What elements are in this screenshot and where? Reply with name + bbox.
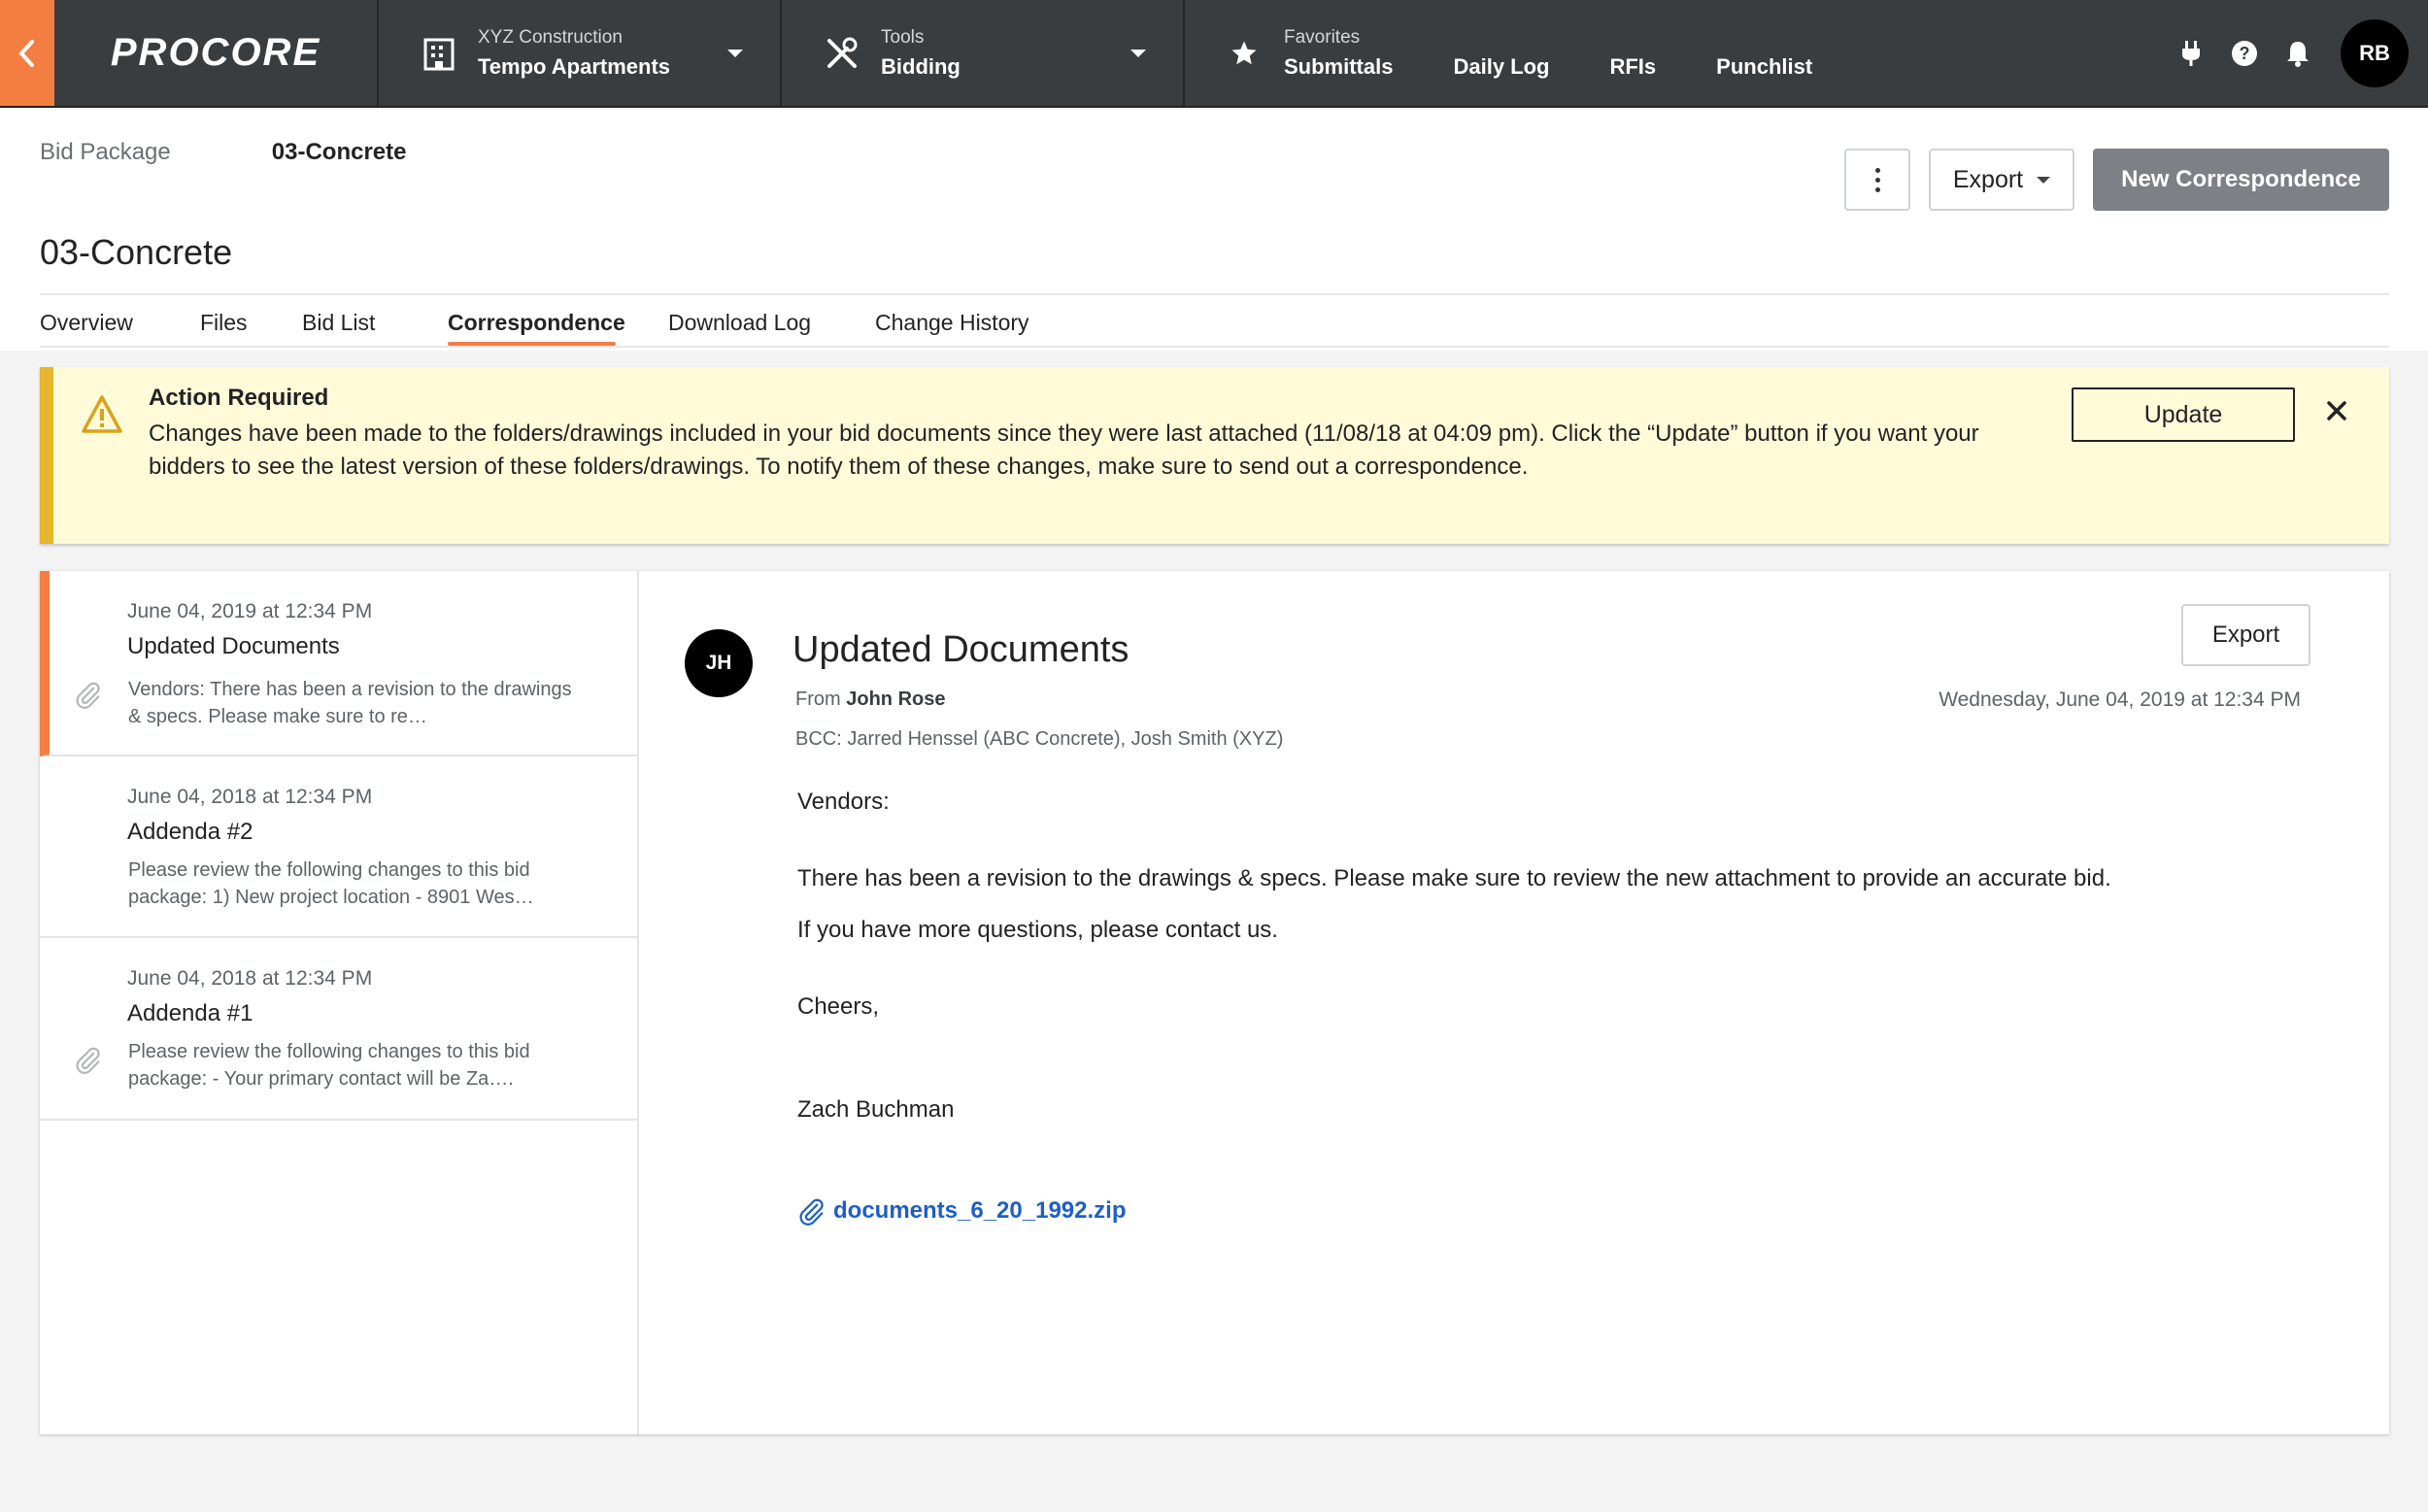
item-title: Addenda #1 [127, 1000, 253, 1026]
favorite-link-submittals[interactable]: Submittals [1284, 54, 1393, 80]
logo-text: PROCORE [110, 31, 321, 74]
item-snippet: Please review the following changes to t… [128, 1041, 530, 1090]
current-tool: Bidding [881, 53, 961, 79]
star-icon [1231, 41, 1257, 64]
bell-icon[interactable] [2280, 36, 2315, 71]
message-subject: Updated Documents [792, 629, 1130, 670]
tabs-divider [40, 346, 2389, 348]
correspondence-item[interactable]: June 04, 2018 at 12:34 PM Addenda #2 Ple… [40, 756, 637, 938]
body-signoff: Cheers, [797, 993, 880, 1020]
update-button[interactable]: Update [2072, 387, 2295, 442]
export-dropdown-button[interactable]: Export [1929, 149, 2074, 211]
body-greeting: Vendors: [797, 789, 890, 815]
favorite-link-daily-log[interactable]: Daily Log [1453, 54, 1549, 80]
tab-correspondence[interactable]: Correspondence [448, 310, 625, 346]
chevron-down-icon [2037, 176, 2051, 184]
page-header: Bid Package 03-Concrete 03-Concrete Expo… [0, 108, 2428, 351]
favorites-label: Favorites [1284, 26, 1361, 48]
tab-bar: Overview Files Bid List Correspondence D… [40, 310, 1029, 346]
user-avatar[interactable]: RB [2341, 18, 2409, 87]
kebab-dot [1874, 186, 1880, 192]
correspondence-panel: June 04, 2019 at 12:34 PM Updated Docume… [40, 571, 2389, 1434]
tools-icon [823, 34, 861, 73]
correspondence-item[interactable]: June 04, 2019 at 12:34 PM Updated Docume… [40, 571, 637, 756]
plug-icon[interactable] [2174, 36, 2209, 71]
chevron-down-icon [1130, 49, 1146, 57]
kebab-dot [1874, 167, 1880, 173]
item-title: Addenda #2 [127, 819, 253, 845]
body-signature: Zach Buchman [797, 1096, 955, 1123]
new-correspondence-button[interactable]: New Correspondence [2093, 149, 2389, 211]
project-name: Tempo Apartments [478, 53, 671, 79]
sender-avatar: JH [685, 629, 753, 697]
page-title: 03-Concrete [40, 232, 233, 272]
favorite-link-rfis[interactable]: RFIs [1609, 54, 1656, 80]
item-date: June 04, 2019 at 12:34 PM [127, 600, 373, 622]
attachment: documents_6_20_1992.zip [796, 1196, 1127, 1226]
from-name: John Rose [846, 689, 946, 710]
correspondence-list: June 04, 2019 at 12:34 PM Updated Docume… [40, 571, 639, 1434]
more-options-button[interactable] [1844, 149, 1910, 211]
tools-label: Tools [881, 26, 925, 48]
chevron-left-icon [18, 39, 34, 67]
paperclip-icon [76, 1047, 100, 1074]
export-label: Export [1952, 165, 2024, 193]
favorites-bar: Favorites Submittals Daily Log RFIs Punc… [1185, 0, 2155, 106]
message-date: Wednesday, June 04, 2019 at 12:34 PM [1939, 689, 2301, 711]
item-snippet: Vendors: There has been a revision to th… [128, 679, 572, 727]
item-title: Updated Documents [127, 633, 340, 659]
breadcrumb: Bid Package 03-Concrete [40, 139, 406, 166]
tab-change-history[interactable]: Change History [875, 310, 1029, 344]
help-icon[interactable]: ? [2227, 36, 2262, 71]
paperclip-icon [799, 1198, 824, 1226]
tab-bid-list[interactable]: Bid List [302, 310, 448, 344]
message-from: From John Rose [795, 689, 945, 711]
body-line: If you have more questions, please conta… [797, 917, 1278, 943]
project-selector[interactable]: XYZ Construction Tempo Apartments [379, 0, 782, 106]
from-prefix: From [795, 689, 841, 710]
warning-icon [82, 395, 122, 433]
company-name: XYZ Construction [478, 26, 623, 48]
export-message-button[interactable]: Export [2181, 604, 2310, 666]
tab-files[interactable]: Files [200, 310, 302, 344]
top-navigation: PROCORE XYZ Construction Tempo Apartment… [0, 0, 2428, 108]
banner-message: Changes have been made to the folders/dr… [149, 420, 1979, 480]
banner-title: Action Required [149, 385, 329, 411]
divider [40, 293, 2389, 295]
tab-overview[interactable]: Overview [40, 310, 200, 344]
favorite-link-punchlist[interactable]: Punchlist [1716, 54, 1812, 80]
collapse-nav-button[interactable] [0, 0, 54, 106]
building-icon [420, 34, 458, 73]
item-snippet: Please review the following changes to t… [128, 859, 534, 908]
kebab-dot [1874, 177, 1880, 183]
item-date: June 04, 2018 at 12:34 PM [127, 786, 373, 808]
svg-text:?: ? [2240, 44, 2250, 63]
breadcrumb-current: 03-Concrete [271, 139, 407, 165]
close-icon[interactable] [2326, 400, 2347, 421]
correspondence-detail: JH Updated Documents Export From John Ro… [639, 571, 2389, 1434]
procore-logo[interactable]: PROCORE [54, 0, 379, 106]
attachment-link[interactable]: documents_6_20_1992.zip [833, 1197, 1127, 1225]
action-required-banner: Action Required Changes have been made t… [40, 367, 2389, 544]
body-line: There has been a revision to the drawing… [797, 865, 2111, 891]
breadcrumb-parent[interactable]: Bid Package [40, 139, 171, 166]
item-date: June 04, 2018 at 12:34 PM [127, 967, 373, 990]
chevron-down-icon [727, 49, 743, 57]
message-bcc: BCC: Jarred Henssel (ABC Concrete), Josh… [795, 728, 1284, 750]
paperclip-icon [76, 682, 100, 709]
tab-download-log[interactable]: Download Log [668, 310, 875, 344]
tool-selector[interactable]: Tools Bidding [782, 0, 1185, 106]
correspondence-item[interactable]: June 04, 2018 at 12:34 PM Addenda #1 Ple… [40, 938, 637, 1121]
